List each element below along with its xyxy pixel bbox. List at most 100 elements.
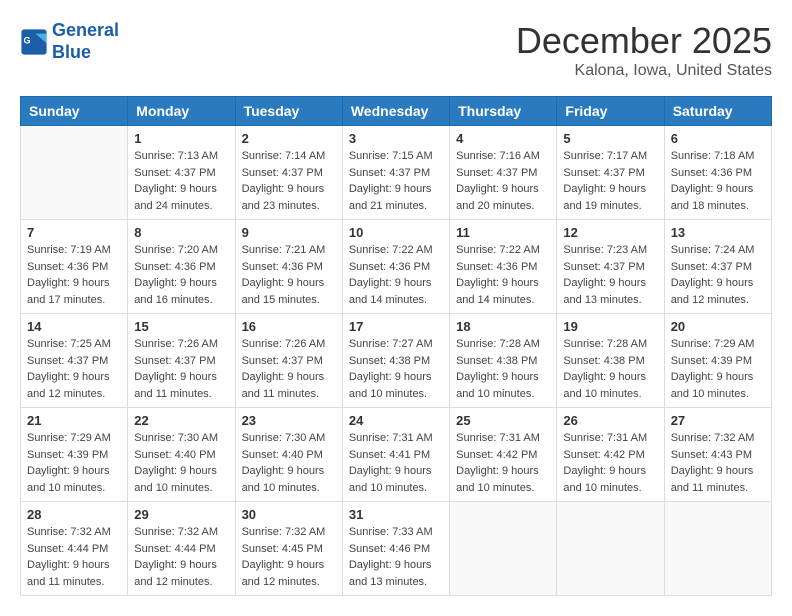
daylight-label: Daylight: 9 hours and 11 minutes. bbox=[671, 465, 754, 494]
sunset-label: Sunset: 4:36 PM bbox=[671, 167, 752, 179]
calendar-cell: 11Sunrise: 7:22 AMSunset: 4:36 PMDayligh… bbox=[450, 220, 557, 314]
sunrise-label: Sunrise: 7:29 AM bbox=[27, 432, 111, 444]
calendar-cell: 20Sunrise: 7:29 AMSunset: 4:39 PMDayligh… bbox=[664, 314, 771, 408]
sunrise-label: Sunrise: 7:32 AM bbox=[27, 526, 111, 538]
sunset-label: Sunset: 4:37 PM bbox=[349, 167, 430, 179]
day-number: 13 bbox=[671, 225, 765, 240]
sunset-label: Sunset: 4:37 PM bbox=[671, 261, 752, 273]
sunset-label: Sunset: 4:37 PM bbox=[242, 167, 323, 179]
sunset-label: Sunset: 4:36 PM bbox=[456, 261, 537, 273]
day-info: Sunrise: 7:29 AMSunset: 4:39 PMDaylight:… bbox=[671, 336, 765, 402]
sunrise-label: Sunrise: 7:17 AM bbox=[563, 150, 647, 162]
calendar-cell bbox=[450, 502, 557, 596]
weekday-header-friday: Friday bbox=[557, 97, 664, 126]
sunset-label: Sunset: 4:39 PM bbox=[27, 449, 108, 461]
sunset-label: Sunset: 4:40 PM bbox=[134, 449, 215, 461]
sunset-label: Sunset: 4:38 PM bbox=[456, 355, 537, 367]
calendar-week-1: 1 Sunrise: 7:13 AMSunset: 4:37 PMDaylight… bbox=[21, 126, 772, 220]
calendar-cell: 29Sunrise: 7:32 AMSunset: 4:44 PMDayligh… bbox=[128, 502, 235, 596]
calendar-cell: 16Sunrise: 7:26 AMSunset: 4:37 PMDayligh… bbox=[235, 314, 342, 408]
day-number: 30 bbox=[242, 507, 336, 522]
calendar-cell: 22Sunrise: 7:30 AMSunset: 4:40 PMDayligh… bbox=[128, 408, 235, 502]
daylight-label: Daylight: 9 hours and 19 minutes. bbox=[563, 183, 646, 212]
day-number: 9 bbox=[242, 225, 336, 240]
weekday-header-tuesday: Tuesday bbox=[235, 97, 342, 126]
sunset-label: Sunset: 4:37 PM bbox=[27, 355, 108, 367]
day-info: Sunrise: 7:32 AMSunset: 4:44 PMDaylight:… bbox=[27, 524, 121, 590]
daylight-label: Daylight: 9 hours and 13 minutes. bbox=[349, 559, 432, 588]
day-number: 11 bbox=[456, 225, 550, 240]
day-info: Sunrise: 7:23 AMSunset: 4:37 PMDaylight:… bbox=[563, 242, 657, 308]
sunset-label: Sunset: 4:46 PM bbox=[349, 543, 430, 555]
day-info: Sunrise: 7:29 AM Sunset: 4:39 PM Daylight:… bbox=[27, 430, 121, 496]
sunset-label: Sunset: 4:41 PM bbox=[349, 449, 430, 461]
daylight-label: Daylight: 9 hours and 10 minutes. bbox=[242, 465, 325, 494]
day-number: 4 bbox=[456, 131, 550, 146]
daylight-label: Daylight: 9 hours and 10 minutes. bbox=[563, 465, 646, 494]
daylight-label: Daylight: 9 hours and 12 minutes. bbox=[27, 371, 110, 400]
sunset-label: Sunset: 4:37 PM bbox=[456, 167, 537, 179]
sunrise-label: Sunrise: 7:28 AM bbox=[456, 338, 540, 350]
day-info: Sunrise: 7:15 AMSunset: 4:37 PMDaylight:… bbox=[349, 148, 443, 214]
sunrise-label: Sunrise: 7:30 AM bbox=[242, 432, 326, 444]
day-number: 7 bbox=[27, 225, 121, 240]
daylight-label: Daylight: 9 hours and 20 minutes. bbox=[456, 183, 539, 212]
sunset-label: Sunset: 4:38 PM bbox=[349, 355, 430, 367]
calendar-cell bbox=[557, 502, 664, 596]
daylight-label: Daylight: 9 hours and 11 minutes. bbox=[242, 371, 325, 400]
day-info: Sunrise: 7:13 AMSunset: 4:37 PMDaylight:… bbox=[134, 148, 228, 214]
sunrise-label: Sunrise: 7:33 AM bbox=[349, 526, 433, 538]
sunset-label: Sunset: 4:38 PM bbox=[563, 355, 644, 367]
calendar-body: 1 Sunrise: 7:13 AMSunset: 4:37 PMDaylight… bbox=[21, 126, 772, 596]
sunset-label: Sunset: 4:36 PM bbox=[27, 261, 108, 273]
day-number: 22 bbox=[134, 413, 228, 428]
calendar-cell: 21 Sunrise: 7:29 AM Sunset: 4:39 PM Dayligh… bbox=[21, 408, 128, 502]
daylight-label: Daylight: 9 hours and 17 minutes. bbox=[27, 277, 110, 306]
calendar-week-4: 21 Sunrise: 7:29 AM Sunset: 4:39 PM Dayligh… bbox=[21, 408, 772, 502]
sunrise-label: Sunrise: 7:26 AM bbox=[242, 338, 326, 350]
day-info: Sunrise: 7:26 AMSunset: 4:37 PMDaylight:… bbox=[242, 336, 336, 402]
calendar-cell: 26Sunrise: 7:31 AMSunset: 4:42 PMDayligh… bbox=[557, 408, 664, 502]
calendar-table: SundayMondayTuesdayWednesdayThursdayFrid… bbox=[20, 96, 772, 596]
daylight-label: Daylight: 9 hours and 10 minutes. bbox=[349, 371, 432, 400]
calendar-cell: 8Sunrise: 7:20 AMSunset: 4:36 PMDaylight… bbox=[128, 220, 235, 314]
sunrise-label: Sunrise: 7:18 AM bbox=[671, 150, 755, 162]
calendar-cell: 4Sunrise: 7:16 AMSunset: 4:37 PMDaylight… bbox=[450, 126, 557, 220]
calendar-week-5: 28Sunrise: 7:32 AMSunset: 4:44 PMDayligh… bbox=[21, 502, 772, 596]
sunrise-label: Sunrise: 7:25 AM bbox=[27, 338, 111, 350]
sunrise-label: Sunrise: 7:32 AM bbox=[242, 526, 326, 538]
sunset-label: Sunset: 4:44 PM bbox=[27, 543, 108, 555]
day-number: 3 bbox=[349, 131, 443, 146]
daylight-label: Daylight: 9 hours and 13 minutes. bbox=[563, 277, 646, 306]
day-number: 21 bbox=[27, 413, 121, 428]
sunset-label: Sunset: 4:36 PM bbox=[134, 261, 215, 273]
sunrise-label: Sunrise: 7:26 AM bbox=[134, 338, 218, 350]
sunrise-label: Sunrise: 7:19 AM bbox=[27, 244, 111, 256]
daylight-label: Daylight: 9 hours and 18 minutes. bbox=[671, 183, 754, 212]
logo-general: General bbox=[52, 20, 119, 40]
sunset-label: Sunset: 4:37 PM bbox=[563, 261, 644, 273]
sunrise-label: Sunrise: 7:22 AM bbox=[349, 244, 433, 256]
day-number: 31 bbox=[349, 507, 443, 522]
sunrise-label: Sunrise: 7:21 AM bbox=[242, 244, 326, 256]
calendar-cell: 31 Sunrise: 7:33 AM Sunset: 4:46 PM Dayligh… bbox=[342, 502, 449, 596]
day-info: Sunrise: 7:20 AMSunset: 4:36 PMDaylight:… bbox=[134, 242, 228, 308]
month-title: December 2025 bbox=[516, 20, 772, 62]
sunrise-label: Sunrise: 7:32 AM bbox=[671, 432, 755, 444]
sunset-label: Sunset: 4:42 PM bbox=[456, 449, 537, 461]
title-section: December 2025 Kalona, Iowa, United State… bbox=[516, 20, 772, 80]
weekday-header-sunday: Sunday bbox=[21, 97, 128, 126]
day-info: Sunrise: 7:32 AMSunset: 4:45 PMDaylight:… bbox=[242, 524, 336, 590]
day-info: Sunrise: 7:19 AM Sunset: 4:36 PM Daylight:… bbox=[27, 242, 121, 308]
calendar-cell: 30 Sunrise: 7:32 AMSunset: 4:45 PMDayligh… bbox=[235, 502, 342, 596]
day-info: Sunrise: 7:31 AMSunset: 4:41 PMDaylight:… bbox=[349, 430, 443, 496]
day-number: 1 bbox=[134, 131, 228, 146]
daylight-label: Daylight: 9 hours and 10 minutes. bbox=[349, 465, 432, 494]
weekday-header-monday: Monday bbox=[128, 97, 235, 126]
calendar-cell: 15Sunrise: 7:26 AMSunset: 4:37 PMDayligh… bbox=[128, 314, 235, 408]
sunrise-label: Sunrise: 7:27 AM bbox=[349, 338, 433, 350]
daylight-label: Daylight: 9 hours and 10 minutes. bbox=[134, 465, 217, 494]
sunset-label: Sunset: 4:36 PM bbox=[242, 261, 323, 273]
day-number: 17 bbox=[349, 319, 443, 334]
daylight-label: Daylight: 9 hours and 10 minutes. bbox=[27, 465, 110, 494]
